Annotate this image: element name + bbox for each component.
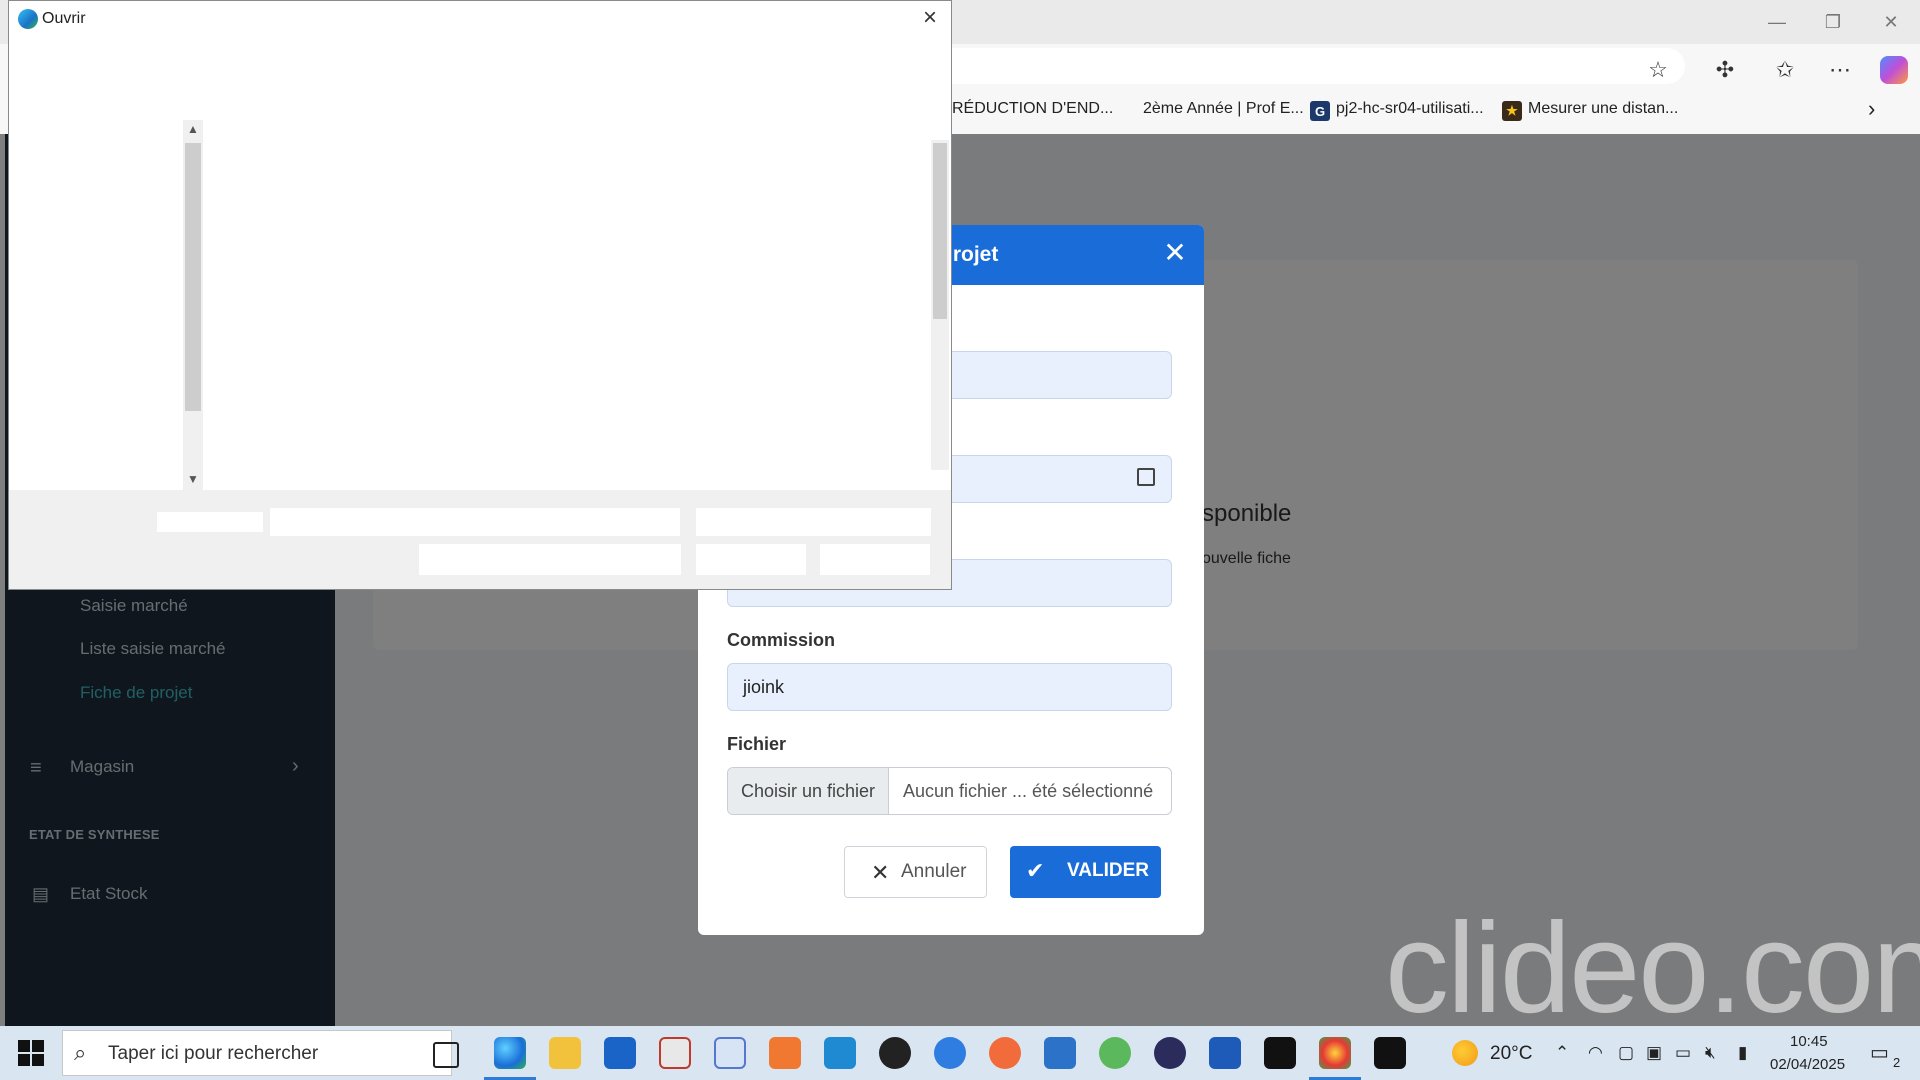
watermark: clideo.com [1385, 897, 1920, 1040]
search-placeholder: Taper ici pour rechercher [108, 1043, 319, 1064]
copilot-icon[interactable] [1880, 56, 1908, 84]
scroll-down-icon[interactable]: ▼ [183, 472, 203, 486]
network-icon[interactable]: ◠ [1588, 1043, 1603, 1063]
app-icon-9[interactable] [934, 1037, 966, 1069]
calendar-icon[interactable] [1137, 468, 1155, 486]
app-icon-8[interactable] [879, 1037, 911, 1069]
edge-taskbar-icon[interactable] [494, 1037, 526, 1069]
app-icon-13[interactable] [1154, 1037, 1186, 1069]
weather-temperature[interactable]: 20°C [1490, 1043, 1532, 1065]
check-icon: ✔ [1026, 858, 1045, 883]
task-view-icon[interactable] [433, 1042, 459, 1068]
open-button[interactable] [696, 544, 806, 575]
commission-label: Commission [727, 630, 836, 650]
weather-icon[interactable] [1452, 1040, 1478, 1066]
windows-start-icon[interactable] [18, 1040, 44, 1066]
submit-button[interactable]: ✔ VALIDER [1010, 846, 1161, 898]
address-bar[interactable] [920, 48, 1685, 84]
outlook-icon[interactable] [604, 1037, 636, 1069]
file-input[interactable]: Choisir un fichier Aucun fichier ... été… [727, 767, 1172, 815]
app-icon-15[interactable] [1264, 1037, 1296, 1069]
submit-label: VALIDER [1067, 860, 1149, 881]
navigation-scrollbar-thumb[interactable] [185, 143, 201, 411]
file-label: Fichier [727, 734, 787, 754]
dialog-action-placeholder [419, 544, 681, 575]
restore-button[interactable]: ❐ [1818, 10, 1848, 34]
clock-date[interactable]: 02/04/2025 [1770, 1056, 1845, 1073]
dialog-title: Ouvrir [42, 10, 86, 27]
edge-icon [18, 9, 38, 29]
filename-input[interactable] [270, 508, 680, 536]
file-explorer-icon[interactable] [549, 1037, 581, 1069]
notifications-count: 2 [1893, 1055, 1901, 1070]
favorite-star-icon[interactable]: ☆ [1643, 55, 1673, 85]
cancel-button[interactable]: ✕ Annuler [844, 846, 987, 898]
extensions-icon[interactable]: ✣ [1710, 55, 1740, 85]
commission-input[interactable] [727, 663, 1172, 711]
more-menu-icon[interactable]: ⋯ [1825, 55, 1855, 85]
app-icon-4[interactable] [659, 1037, 691, 1069]
notifications-icon[interactable]: ▭ [1870, 1040, 1889, 1065]
bookmark-1[interactable]: RÉDUCTION D'END... [952, 100, 1113, 118]
vscode-icon[interactable] [824, 1037, 856, 1069]
cancel-label: Annuler [901, 861, 967, 882]
file-list-scrollbar-thumb[interactable] [933, 143, 947, 319]
bookmark-3[interactable]: pj2-hc-sr04-utilisati... [1336, 100, 1484, 118]
window-close-button[interactable]: ✕ [1876, 10, 1906, 34]
filename-label-placeholder [157, 512, 263, 532]
microphone-icon[interactable]: ▮ [1738, 1043, 1747, 1063]
app-icon-11[interactable] [1044, 1037, 1076, 1069]
clock-time[interactable]: 10:45 [1790, 1033, 1828, 1050]
choose-file-button[interactable]: Choisir un fichier [728, 768, 889, 814]
scroll-up-icon[interactable]: ▲ [183, 122, 203, 136]
show-hidden-icons-icon[interactable]: ⌃ [1555, 1043, 1569, 1063]
minimize-button[interactable]: — [1762, 10, 1792, 34]
close-icon[interactable]: ✕ [1160, 238, 1190, 268]
dialog-close-icon[interactable]: × [918, 6, 942, 30]
bookmark-4[interactable]: Mesurer une distan... [1528, 100, 1678, 118]
volume-muted-icon[interactable]: 🔇︎ [1705, 1043, 1716, 1063]
search-icon: ⌕ [74, 1040, 87, 1065]
snipping-tool-icon[interactable] [714, 1037, 746, 1069]
terminal-icon[interactable] [1374, 1037, 1406, 1069]
close-icon: ✕ [871, 860, 890, 885]
bookmarks-more-chevron-icon[interactable]: › [1868, 96, 1875, 122]
file-status: Aucun fichier ... été sélectionné [903, 781, 1154, 801]
word-icon[interactable] [1209, 1037, 1241, 1069]
display-icon[interactable]: ▣ [1646, 1043, 1662, 1063]
file-type-select[interactable] [696, 508, 931, 536]
xampp-icon[interactable] [769, 1037, 801, 1069]
bookmark-star-icon: ★ [1502, 101, 1522, 121]
dialog-cancel-button[interactable] [820, 544, 930, 575]
commission-value: jioink [743, 677, 785, 697]
bookmark-2[interactable]: 2ème Année | Prof E... [1143, 100, 1304, 118]
app-icon-10[interactable] [989, 1037, 1021, 1069]
bookmark-g-icon: G [1310, 101, 1330, 121]
app-icon-12[interactable] [1099, 1037, 1131, 1069]
device-icon[interactable]: ▢ [1618, 1043, 1634, 1063]
chrome-icon[interactable] [1319, 1037, 1351, 1069]
favorites-icon[interactable]: ✩ [1770, 55, 1800, 85]
battery-icon[interactable]: ▭ [1675, 1043, 1691, 1063]
